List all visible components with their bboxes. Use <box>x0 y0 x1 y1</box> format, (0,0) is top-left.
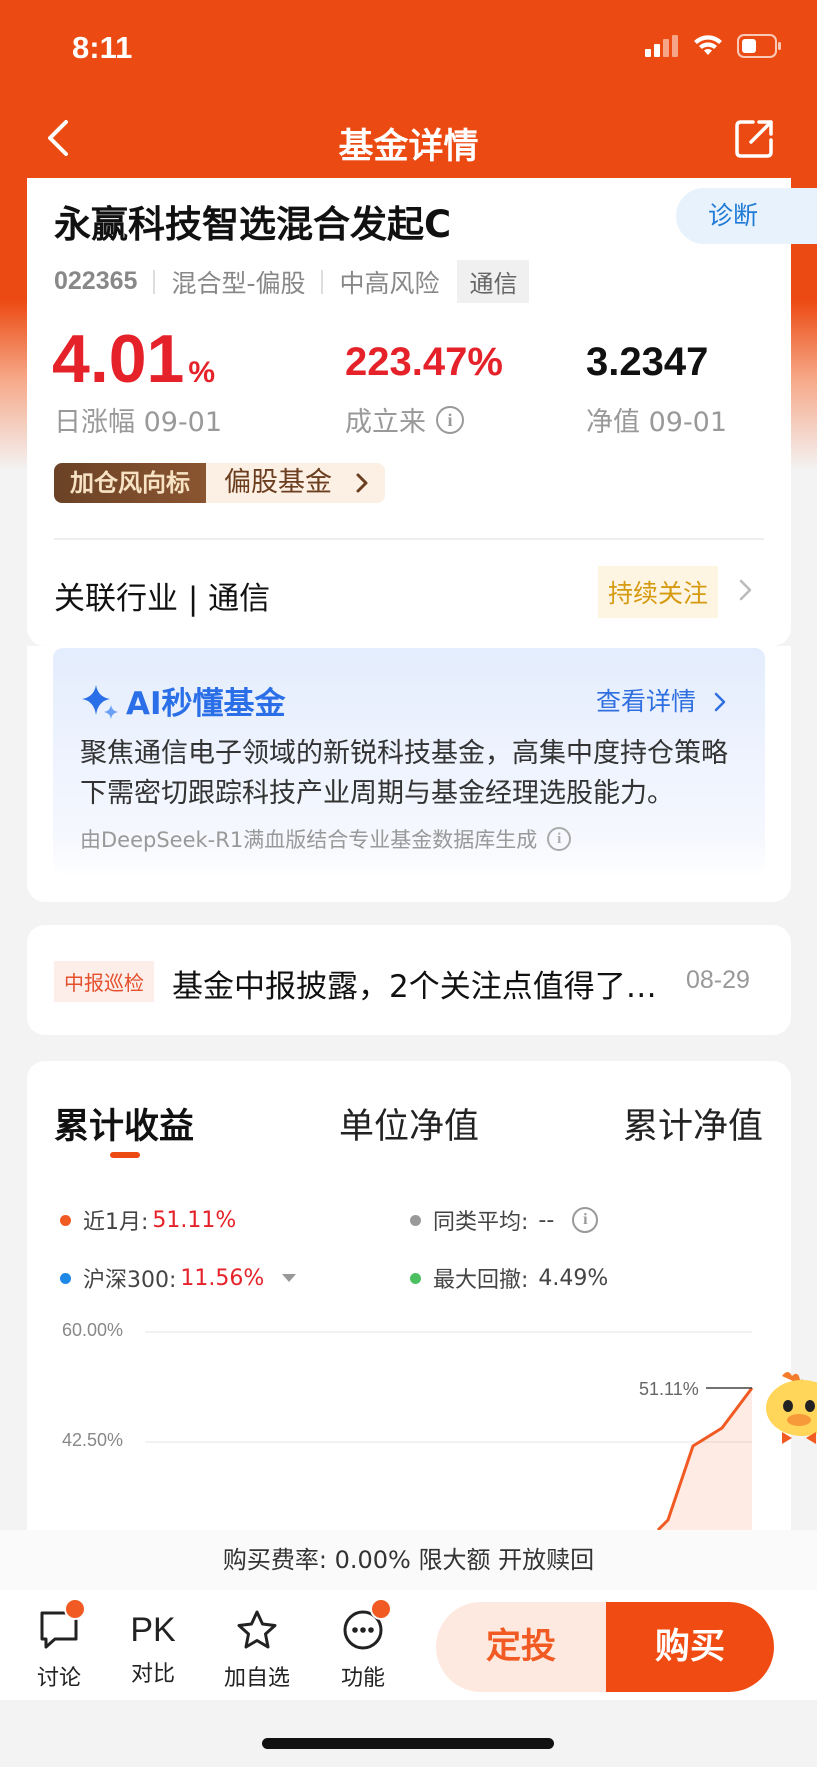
badge-light-text: 偏股基金 <box>224 467 332 498</box>
since-inception-label: 成立来 i <box>345 400 464 439</box>
notification-dot <box>370 1598 392 1620</box>
share-icon[interactable] <box>733 116 777 160</box>
legend-peer-label: 同类平均: <box>433 1210 529 1235</box>
discuss-button[interactable]: 讨论 <box>14 1608 104 1692</box>
related-industry[interactable]: 关联行业 | 通信 <box>54 573 270 618</box>
battery-icon <box>737 34 781 58</box>
legend-hs300[interactable]: 沪深300: 11.56% <box>60 1262 297 1294</box>
info-icon[interactable]: i <box>547 827 572 851</box>
ai-detail-link[interactable]: 查看详情 <box>596 682 726 718</box>
report-headline[interactable]: 基金中报披露，2个关注点值得了… <box>172 961 657 1006</box>
fee-info-bar: 购买费率: 0.00% 限大额 开放赎回 <box>0 1530 817 1590</box>
compare-label: 对比 <box>130 1662 175 1687</box>
legend-drawdown-value: 4.49% <box>538 1265 609 1291</box>
report-date: 08-29 <box>686 966 750 994</box>
fund-meta-row: 022365 混合型-偏股 中高风险 通信 <box>54 260 530 303</box>
ai-detail-text: 查看详情 <box>596 687 697 716</box>
nav-label: 净值 09-01 <box>586 400 727 439</box>
ai-summary-text: 聚焦通信电子领域的新锐科技基金，高集中度持仓策略下需密切跟踪科技产业周期与基金经… <box>80 738 728 809</box>
add-watchlist-button[interactable]: 加自选 <box>212 1608 302 1692</box>
legend-peer-value: -- <box>538 1207 555 1233</box>
add-watchlist-label: 加自选 <box>223 1666 290 1691</box>
home-area <box>0 1700 817 1767</box>
fund-name: 永赢科技智选混合发起C <box>54 203 452 246</box>
tab-cumulative-return[interactable]: 累计收益 <box>54 1098 194 1149</box>
dropdown-arrow-icon <box>282 1274 297 1282</box>
legend-peer: 同类平均: -- i <box>410 1204 599 1236</box>
info-icon[interactable]: i <box>572 1207 599 1233</box>
status-time: 8:11 <box>72 30 133 65</box>
since-inception-value: 223.47% <box>345 340 503 384</box>
legend-hs300-value: 11.56% <box>180 1265 265 1291</box>
divider <box>153 269 156 294</box>
ai-source-note: 由DeepSeek-R1满血版结合专业基金数据库生成 i <box>80 824 572 854</box>
sector-tag[interactable]: 通信 <box>457 260 530 303</box>
legend-hs300-label: 沪深300: <box>83 1268 177 1293</box>
chevron-right-icon <box>356 473 368 493</box>
fund-dot <box>60 1214 71 1226</box>
badge-dark: 加仓风向标 <box>54 463 206 503</box>
end-value-label: 51.11% <box>639 1379 699 1399</box>
legend-month-label: 近1月: <box>83 1210 149 1235</box>
legend-drawdown: 最大回撤: 4.49% <box>410 1262 608 1294</box>
tab-cumulative-nav[interactable]: 累计净值 <box>623 1098 763 1149</box>
nav-label-text: 净值 09-01 <box>586 407 728 438</box>
drawdown-dot <box>410 1272 421 1284</box>
wind-vane-badge[interactable]: 加仓风向标 偏股基金 <box>54 463 385 503</box>
compare-button[interactable]: PK 对比 <box>108 1608 198 1688</box>
report-tag: 中报巡检 <box>54 961 154 1002</box>
peer-dot <box>410 1214 421 1226</box>
daily-change-label-text: 日涨幅 09-01 <box>54 407 223 438</box>
badge-light: 偏股基金 <box>206 463 385 503</box>
wifi-icon <box>694 35 722 55</box>
sparkle-icon <box>82 684 118 719</box>
diagnose-button[interactable]: 诊断 <box>676 188 817 244</box>
follow-tag[interactable]: 持续关注 <box>598 566 719 618</box>
fund-code: 022365 <box>54 267 138 295</box>
info-icon[interactable]: i <box>436 405 464 434</box>
functions-label: 功能 <box>340 1666 385 1691</box>
regular-invest-button[interactable]: 定投 <box>436 1602 606 1692</box>
legend-drawdown-label: 最大回撤: <box>433 1268 529 1293</box>
risk-level: 中高风险 <box>339 268 440 298</box>
cellular-signal-icon <box>645 35 678 57</box>
legend-month-value: 51.11% <box>152 1207 237 1233</box>
buy-button[interactable]: 购买 <box>606 1602 774 1692</box>
pk-icon: PK <box>130 1611 176 1649</box>
status-icons <box>645 34 783 58</box>
return-chart[interactable]: 51.11% <box>0 1300 817 1532</box>
notification-dot <box>64 1598 86 1620</box>
divider <box>321 269 324 294</box>
chevron-right-icon <box>714 692 726 712</box>
daily-change-unit: % <box>188 356 216 389</box>
tab-unit-nav[interactable]: 单位净值 <box>339 1098 479 1149</box>
divider <box>54 538 764 540</box>
ai-title: AI秒懂基金 <box>80 678 286 723</box>
daily-change-label: 日涨幅 09-01 <box>54 400 222 439</box>
mascot-icon[interactable] <box>762 1368 817 1448</box>
ai-title-text: AI秒懂基金 <box>126 686 286 722</box>
discuss-label: 讨论 <box>36 1666 81 1691</box>
nav-value: 3.2347 <box>586 340 709 384</box>
daily-change-number: 4.01 <box>52 321 185 397</box>
legend-month: 近1月: 51.11% <box>60 1204 236 1236</box>
star-icon <box>237 1610 277 1649</box>
home-indicator[interactable] <box>262 1738 554 1749</box>
functions-button[interactable]: 功能 <box>318 1608 408 1692</box>
hs300-dot <box>60 1272 71 1284</box>
daily-change-value: 4.01% <box>52 320 215 398</box>
page-title: 基金详情 <box>338 127 479 167</box>
since-inception-label-text: 成立来 <box>345 407 426 438</box>
fund-type: 混合型-偏股 <box>171 268 306 298</box>
ai-note-text: 由DeepSeek-R1满血版结合专业基金数据库生成 <box>80 828 538 852</box>
tab-indicator <box>110 1152 140 1158</box>
chevron-right-icon[interactable] <box>738 578 754 602</box>
